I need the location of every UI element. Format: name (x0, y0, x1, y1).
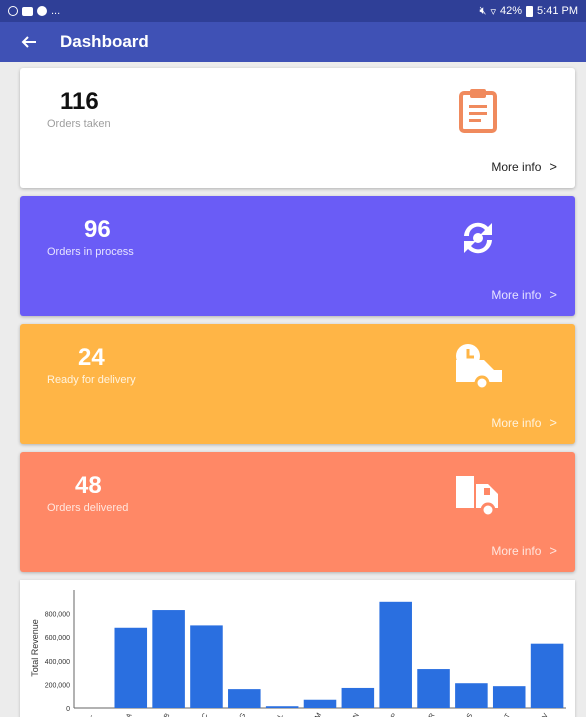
y-axis-label: Total Revenue (30, 619, 40, 677)
orders-in-process-label: Orders in process (47, 246, 134, 258)
bar (341, 687, 375, 708)
bar (265, 706, 299, 708)
bar (417, 669, 450, 708)
sync-icon (454, 214, 502, 262)
ready-for-delivery-card: 24 Ready for delivery More info > (20, 324, 575, 444)
x-tick-label: C (201, 712, 210, 717)
orders-delivered-more-info[interactable]: More info > (491, 543, 557, 558)
orders-taken-label: Orders taken (47, 118, 111, 130)
bar (228, 689, 261, 708)
app-notification-icon (37, 6, 47, 16)
orders-taken-count: 116 (60, 88, 99, 115)
y-tick-label: 400,000 (45, 659, 70, 666)
bar (190, 625, 223, 708)
wifi-icon: ▿ (490, 5, 496, 18)
chevron-right-icon: > (549, 415, 557, 430)
orders-delivered-card: 48 Orders delivered More info > (20, 452, 575, 572)
y-tick-label: 800,000 (45, 612, 70, 619)
x-tick-label: V (542, 712, 551, 717)
bar (303, 699, 337, 708)
message-icon (22, 6, 33, 16)
x-tick-label: N (352, 712, 361, 717)
more-info-label: More info (491, 287, 542, 302)
battery-percent: 42% (500, 5, 523, 17)
back-arrow-icon[interactable] (18, 31, 40, 53)
app-bar: Dashboard (0, 22, 586, 62)
chevron-right-icon: > (549, 159, 557, 174)
y-tick-label: 200,000 (45, 682, 70, 689)
orders-in-process-more-info[interactable]: More info > (491, 287, 557, 302)
chevron-right-icon: > (549, 543, 557, 558)
orders-delivered-label: Orders delivered (47, 502, 129, 514)
orders-taken-more-info[interactable]: More info > (491, 159, 557, 174)
chevron-right-icon: > (549, 287, 557, 302)
y-tick-label: 0 (66, 706, 70, 713)
ready-for-delivery-label: Ready for delivery (47, 374, 136, 386)
x-tick-label: - (88, 713, 96, 717)
delivery-clock-icon (454, 342, 502, 391)
clipboard-icon (454, 86, 502, 134)
x-tick-label: A (125, 712, 134, 717)
bar (114, 627, 148, 708)
status-time: 5:41 PM (537, 5, 578, 17)
ready-for-delivery-more-info[interactable]: More info > (491, 415, 557, 430)
x-tick-label: P (390, 712, 399, 717)
revenue-chart-card: Total Revenue 0 200,000 400,000 600,000 800,… (20, 580, 575, 717)
mute-icon: 🔇︎ (479, 4, 487, 17)
bar (455, 683, 488, 708)
x-tick-label: M (314, 712, 323, 717)
x-tick-label: B (163, 712, 172, 717)
x-tick-label: L (277, 713, 285, 717)
status-overflow: ... (51, 5, 61, 17)
orders-in-process-count: 96 (84, 216, 111, 243)
battery-icon (526, 5, 534, 17)
truck-icon (454, 470, 502, 518)
bar (492, 686, 526, 708)
more-info-label: More info (491, 159, 542, 174)
more-info-label: More info (491, 415, 542, 430)
x-tick-label: R (428, 712, 437, 717)
orders-delivered-count: 48 (75, 472, 102, 499)
y-tick-label: 600,000 (45, 635, 70, 642)
bar (152, 610, 185, 708)
bar (530, 643, 564, 708)
x-tick-label: G (239, 712, 248, 717)
more-info-label: More info (491, 543, 542, 558)
revenue-bar-chart: Total Revenue 0 200,000 400,000 600,000 800,… (30, 590, 566, 717)
ready-for-delivery-count: 24 (78, 344, 105, 371)
orders-in-process-card: 96 Orders in process More info > (20, 196, 575, 316)
page-title: Dashboard (60, 32, 149, 51)
status-bar: ... 🔇︎ ▿ 42% 5:41 PM (0, 0, 586, 22)
status-bar-right: 🔇︎ ▿ 42% 5:41 PM (480, 5, 578, 18)
status-bar-left: ... (8, 5, 60, 17)
x-tick-label: S (466, 712, 475, 717)
x-tick-label: T (504, 712, 513, 717)
bar (379, 601, 412, 708)
notification-icon (8, 6, 18, 16)
orders-taken-card: 116 Orders taken More info > (20, 68, 575, 188)
